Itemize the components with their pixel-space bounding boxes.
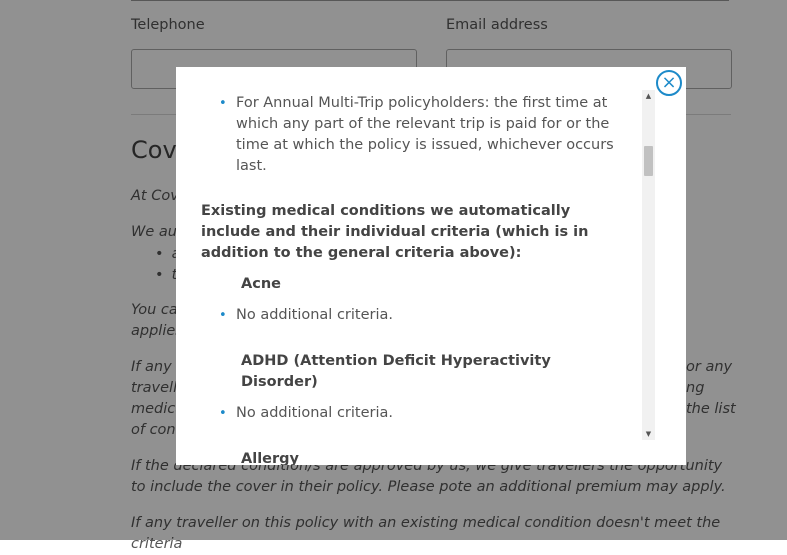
modal-content: For Annual Multi-Trip policyholders: the… <box>201 93 631 465</box>
modal-scrollbar[interactable]: ▲ ▼ <box>642 90 655 440</box>
scrollbar-thumb[interactable] <box>644 146 653 176</box>
close-icon[interactable]: × <box>656 70 682 96</box>
condition-name: Allergy <box>241 451 299 465</box>
condition-name: ADHD (Attention Deficit Hyperactivity Di… <box>241 353 551 390</box>
condition-name: Acne <box>241 276 281 292</box>
condition-criteria: No additional criteria. <box>201 403 631 424</box>
conditions-heading: Existing medical conditions we automatic… <box>201 203 589 261</box>
conditions-modal: For Annual Multi-Trip policyholders: the… <box>176 67 686 465</box>
scroll-up-arrow-icon[interactable]: ▲ <box>642 90 655 102</box>
scroll-down-arrow-icon[interactable]: ▼ <box>642 428 655 440</box>
condition-criteria: No additional criteria. <box>201 305 631 326</box>
intro-bullet: For Annual Multi-Trip policyholders: the… <box>201 93 631 177</box>
